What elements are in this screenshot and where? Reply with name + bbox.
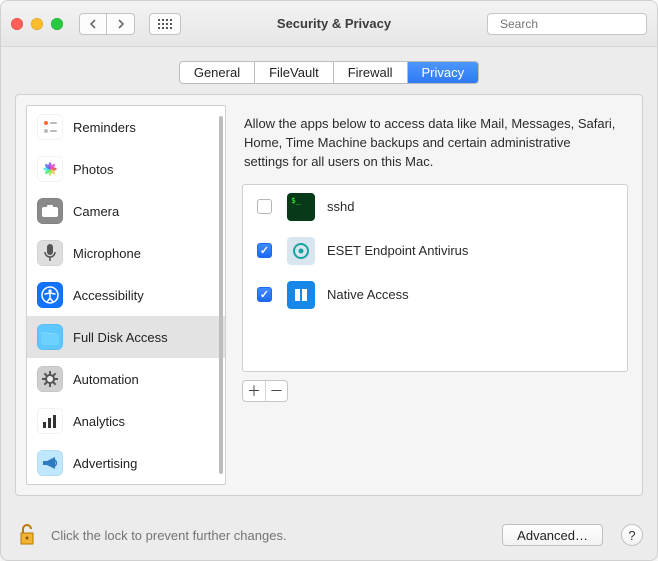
preferences-window: Security & Privacy GeneralFileVaultFirew…: [0, 0, 658, 561]
tab-privacy[interactable]: Privacy: [408, 62, 479, 83]
add-app-button[interactable]: ＋: [243, 381, 265, 401]
app-checkbox[interactable]: [257, 243, 272, 258]
tab-general[interactable]: General: [180, 62, 255, 83]
close-window-button[interactable]: [11, 18, 23, 30]
sidebar-item-advertising[interactable]: Advertising: [27, 442, 225, 484]
tab-row: GeneralFileVaultFirewallPrivacy: [1, 47, 657, 94]
app-icon: $_: [287, 193, 315, 221]
tab-firewall[interactable]: Firewall: [334, 62, 408, 83]
chevron-right-icon: [117, 19, 125, 29]
mic-icon: [37, 240, 63, 266]
grid-icon: [158, 19, 172, 29]
panel-description: Allow the apps below to access data like…: [242, 111, 628, 184]
window-title: Security & Privacy: [191, 16, 477, 31]
sidebar-item-label: Accessibility: [73, 288, 144, 303]
sidebar-scrollbar[interactable]: [219, 116, 223, 474]
sidebar-item-label: Automation: [73, 372, 139, 387]
sidebar-item-full-disk-access[interactable]: Full Disk Access: [27, 316, 225, 358]
search-field[interactable]: [487, 13, 647, 35]
app-checkbox[interactable]: [257, 287, 272, 302]
app-icon: [287, 237, 315, 265]
chevron-left-icon: [89, 19, 97, 29]
sidebar-item-accessibility[interactable]: Accessibility: [27, 274, 225, 316]
sidebar-item-automation[interactable]: Automation: [27, 358, 225, 400]
sidebar-item-reminders[interactable]: Reminders: [27, 106, 225, 148]
camera-icon: [37, 198, 63, 224]
app-checkbox[interactable]: [257, 199, 272, 214]
sidebar-item-microphone[interactable]: Microphone: [27, 232, 225, 274]
lock-button[interactable]: [15, 522, 41, 548]
privacy-panel: Reminders Photos Camera Microphone Accessibi…: [15, 94, 643, 496]
app-row-eset-endpoint-antivirus[interactable]: ESET Endpoint Antivirus: [243, 229, 627, 273]
privacy-sidebar: Reminders Photos Camera Microphone Accessibi…: [26, 105, 226, 485]
analytics-icon: [37, 408, 63, 434]
gear-icon: [37, 366, 63, 392]
app-name: Native Access: [327, 287, 409, 302]
sidebar-item-label: Advertising: [73, 456, 137, 471]
back-button[interactable]: [79, 13, 107, 35]
remove-app-button[interactable]: －: [265, 381, 287, 401]
add-remove-controls: ＋ －: [242, 380, 288, 402]
app-list[interactable]: $_ sshd ESET Endpoint Antivirus Native Acce…: [242, 184, 628, 372]
zoom-window-button[interactable]: [51, 18, 63, 30]
sidebar-item-label: Reminders: [73, 120, 136, 135]
sidebar-item-analytics[interactable]: Analytics: [27, 400, 225, 442]
advanced-button[interactable]: Advanced…: [502, 524, 603, 546]
app-name: ESET Endpoint Antivirus: [327, 243, 468, 258]
window-controls: [11, 18, 63, 30]
sidebar-item-label: Camera: [73, 204, 119, 219]
privacy-content: Allow the apps below to access data like…: [226, 105, 632, 485]
sidebar-item-photos[interactable]: Photos: [27, 148, 225, 190]
lock-open-icon: [17, 523, 39, 547]
footer: Click the lock to prevent further change…: [1, 510, 657, 560]
app-icon: [287, 281, 315, 309]
app-name: sshd: [327, 199, 354, 214]
titlebar: Security & Privacy: [1, 1, 657, 47]
show-all-button[interactable]: [149, 13, 181, 35]
help-button[interactable]: ?: [621, 524, 643, 546]
accessibility-icon: [37, 282, 63, 308]
app-row-sshd[interactable]: $_ sshd: [243, 185, 627, 229]
lock-message: Click the lock to prevent further change…: [51, 528, 492, 543]
sidebar-item-label: Full Disk Access: [73, 330, 168, 345]
tabs: GeneralFileVaultFirewallPrivacy: [179, 61, 479, 84]
tab-filevault[interactable]: FileVault: [255, 62, 334, 83]
sidebar-list[interactable]: Reminders Photos Camera Microphone Accessibi…: [27, 106, 225, 484]
app-row-native-access[interactable]: Native Access: [243, 273, 627, 317]
reminders-icon: [37, 114, 63, 140]
search-input[interactable]: [498, 16, 657, 32]
sidebar-item-label: Photos: [73, 162, 113, 177]
photos-icon: [37, 156, 63, 182]
folder-icon: [37, 324, 63, 350]
sidebar-item-label: Analytics: [73, 414, 125, 429]
sidebar-item-label: Microphone: [73, 246, 141, 261]
forward-button[interactable]: [107, 13, 135, 35]
nav-back-forward: [79, 13, 135, 35]
minimize-window-button[interactable]: [31, 18, 43, 30]
megaphone-icon: [37, 450, 63, 476]
sidebar-item-camera[interactable]: Camera: [27, 190, 225, 232]
